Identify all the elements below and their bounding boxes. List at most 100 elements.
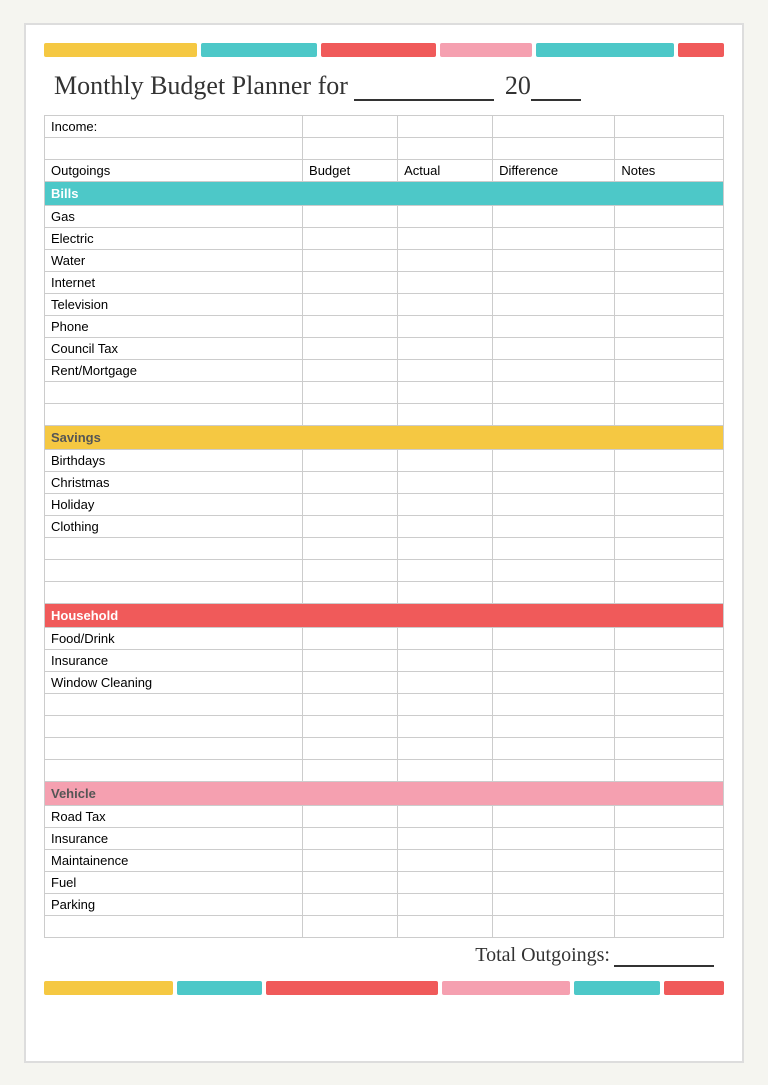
savings-holiday-notes[interactable] (615, 493, 724, 515)
col-actual-header: Actual (398, 159, 493, 181)
bills-council-tax-budget[interactable] (303, 337, 398, 359)
savings-clothing-notes[interactable] (615, 515, 724, 537)
bills-electric-actual[interactable] (398, 227, 493, 249)
bills-internet-notes[interactable] (615, 271, 724, 293)
household-food-diff (493, 627, 615, 649)
bills-empty-row2 (45, 403, 724, 425)
savings-empty-row2 (45, 559, 724, 581)
savings-christmas-diff (493, 471, 615, 493)
vehicle-row-maintainence: Maintainence (45, 849, 724, 871)
bills-row-phone: Phone (45, 315, 724, 337)
page-title: Monthly Budget Planner for 20 (44, 71, 724, 101)
household-insurance-notes[interactable] (615, 649, 724, 671)
household-food-budget[interactable] (303, 627, 398, 649)
savings-christmas-actual[interactable] (398, 471, 493, 493)
savings-christmas-notes[interactable] (615, 471, 724, 493)
bills-water-notes[interactable] (615, 249, 724, 271)
bills-television-budget[interactable] (303, 293, 398, 315)
household-window-cleaning-budget[interactable] (303, 671, 398, 693)
bills-row-television: Television (45, 293, 724, 315)
total-outgoings-label: Total Outgoings: (475, 944, 610, 966)
bills-phone-name: Phone (45, 315, 303, 337)
vehicle-parking-diff (493, 893, 615, 915)
household-window-cleaning-actual[interactable] (398, 671, 493, 693)
savings-holiday-budget[interactable] (303, 493, 398, 515)
household-insurance-budget[interactable] (303, 649, 398, 671)
bills-empty-row (45, 381, 724, 403)
bills-water-actual[interactable] (398, 249, 493, 271)
col-difference-header: Difference (493, 159, 615, 181)
income-diff (493, 115, 615, 137)
bills-council-tax-actual[interactable] (398, 337, 493, 359)
bills-gas-name: Gas (45, 205, 303, 227)
bills-television-notes[interactable] (615, 293, 724, 315)
bills-gas-budget[interactable] (303, 205, 398, 227)
bills-row-rent-mortgage: Rent/Mortgage (45, 359, 724, 381)
vehicle-insurance-actual[interactable] (398, 827, 493, 849)
vehicle-insurance-budget[interactable] (303, 827, 398, 849)
vehicle-maintainence-actual[interactable] (398, 849, 493, 871)
vehicle-fuel-actual[interactable] (398, 871, 493, 893)
household-food-actual[interactable] (398, 627, 493, 649)
bills-phone-budget[interactable] (303, 315, 398, 337)
household-window-cleaning-notes[interactable] (615, 671, 724, 693)
bills-row-gas: Gas (45, 205, 724, 227)
bills-phone-actual[interactable] (398, 315, 493, 337)
savings-holiday-actual[interactable] (398, 493, 493, 515)
bills-gas-notes[interactable] (615, 205, 724, 227)
vehicle-road-tax-diff (493, 805, 615, 827)
vehicle-section-header: Vehicle (45, 781, 724, 805)
total-outgoings-blank (614, 965, 714, 967)
savings-holiday-name: Holiday (45, 493, 303, 515)
bills-rent-mortgage-notes[interactable] (615, 359, 724, 381)
vehicle-parking-actual[interactable] (398, 893, 493, 915)
total-outgoings-row: Total Outgoings: (44, 944, 724, 967)
household-insurance-diff (493, 649, 615, 671)
bills-internet-budget[interactable] (303, 271, 398, 293)
bills-gas-actual[interactable] (398, 205, 493, 227)
strip-red (321, 43, 436, 57)
savings-birthdays-notes[interactable] (615, 449, 724, 471)
household-food-notes[interactable] (615, 627, 724, 649)
vehicle-road-tax-actual[interactable] (398, 805, 493, 827)
household-row-food: Food/Drink (45, 627, 724, 649)
vehicle-parking-budget[interactable] (303, 893, 398, 915)
savings-clothing-budget[interactable] (303, 515, 398, 537)
vehicle-fuel-notes[interactable] (615, 871, 724, 893)
household-empty-row3 (45, 737, 724, 759)
bills-section-header: Bills (45, 181, 724, 205)
household-empty-row2 (45, 715, 724, 737)
strip-teal (201, 43, 316, 57)
vehicle-road-tax-notes[interactable] (615, 805, 724, 827)
vehicle-empty-row (45, 915, 724, 937)
vehicle-insurance-notes[interactable] (615, 827, 724, 849)
savings-clothing-actual[interactable] (398, 515, 493, 537)
strip-pink (440, 43, 532, 57)
strip-teal2 (536, 43, 674, 57)
year-prefix: 20 (505, 71, 531, 100)
vehicle-maintainence-diff (493, 849, 615, 871)
bills-rent-mortgage-budget[interactable] (303, 359, 398, 381)
savings-christmas-budget[interactable] (303, 471, 398, 493)
vehicle-maintainence-notes[interactable] (615, 849, 724, 871)
bottom-border-strip (44, 981, 724, 995)
vehicle-insurance-name: Insurance (45, 827, 303, 849)
savings-birthdays-budget[interactable] (303, 449, 398, 471)
bills-phone-notes[interactable] (615, 315, 724, 337)
bills-rent-mortgage-actual[interactable] (398, 359, 493, 381)
bills-television-actual[interactable] (398, 293, 493, 315)
savings-birthdays-diff (493, 449, 615, 471)
bills-electric-budget[interactable] (303, 227, 398, 249)
vehicle-fuel-budget[interactable] (303, 871, 398, 893)
vehicle-maintainence-budget[interactable] (303, 849, 398, 871)
bills-internet-actual[interactable] (398, 271, 493, 293)
bills-internet-name: Internet (45, 271, 303, 293)
household-insurance-actual[interactable] (398, 649, 493, 671)
bills-council-tax-notes[interactable] (615, 337, 724, 359)
vehicle-road-tax-budget[interactable] (303, 805, 398, 827)
bills-row-council-tax: Council Tax (45, 337, 724, 359)
bills-electric-notes[interactable] (615, 227, 724, 249)
savings-birthdays-actual[interactable] (398, 449, 493, 471)
bills-water-budget[interactable] (303, 249, 398, 271)
vehicle-parking-notes[interactable] (615, 893, 724, 915)
